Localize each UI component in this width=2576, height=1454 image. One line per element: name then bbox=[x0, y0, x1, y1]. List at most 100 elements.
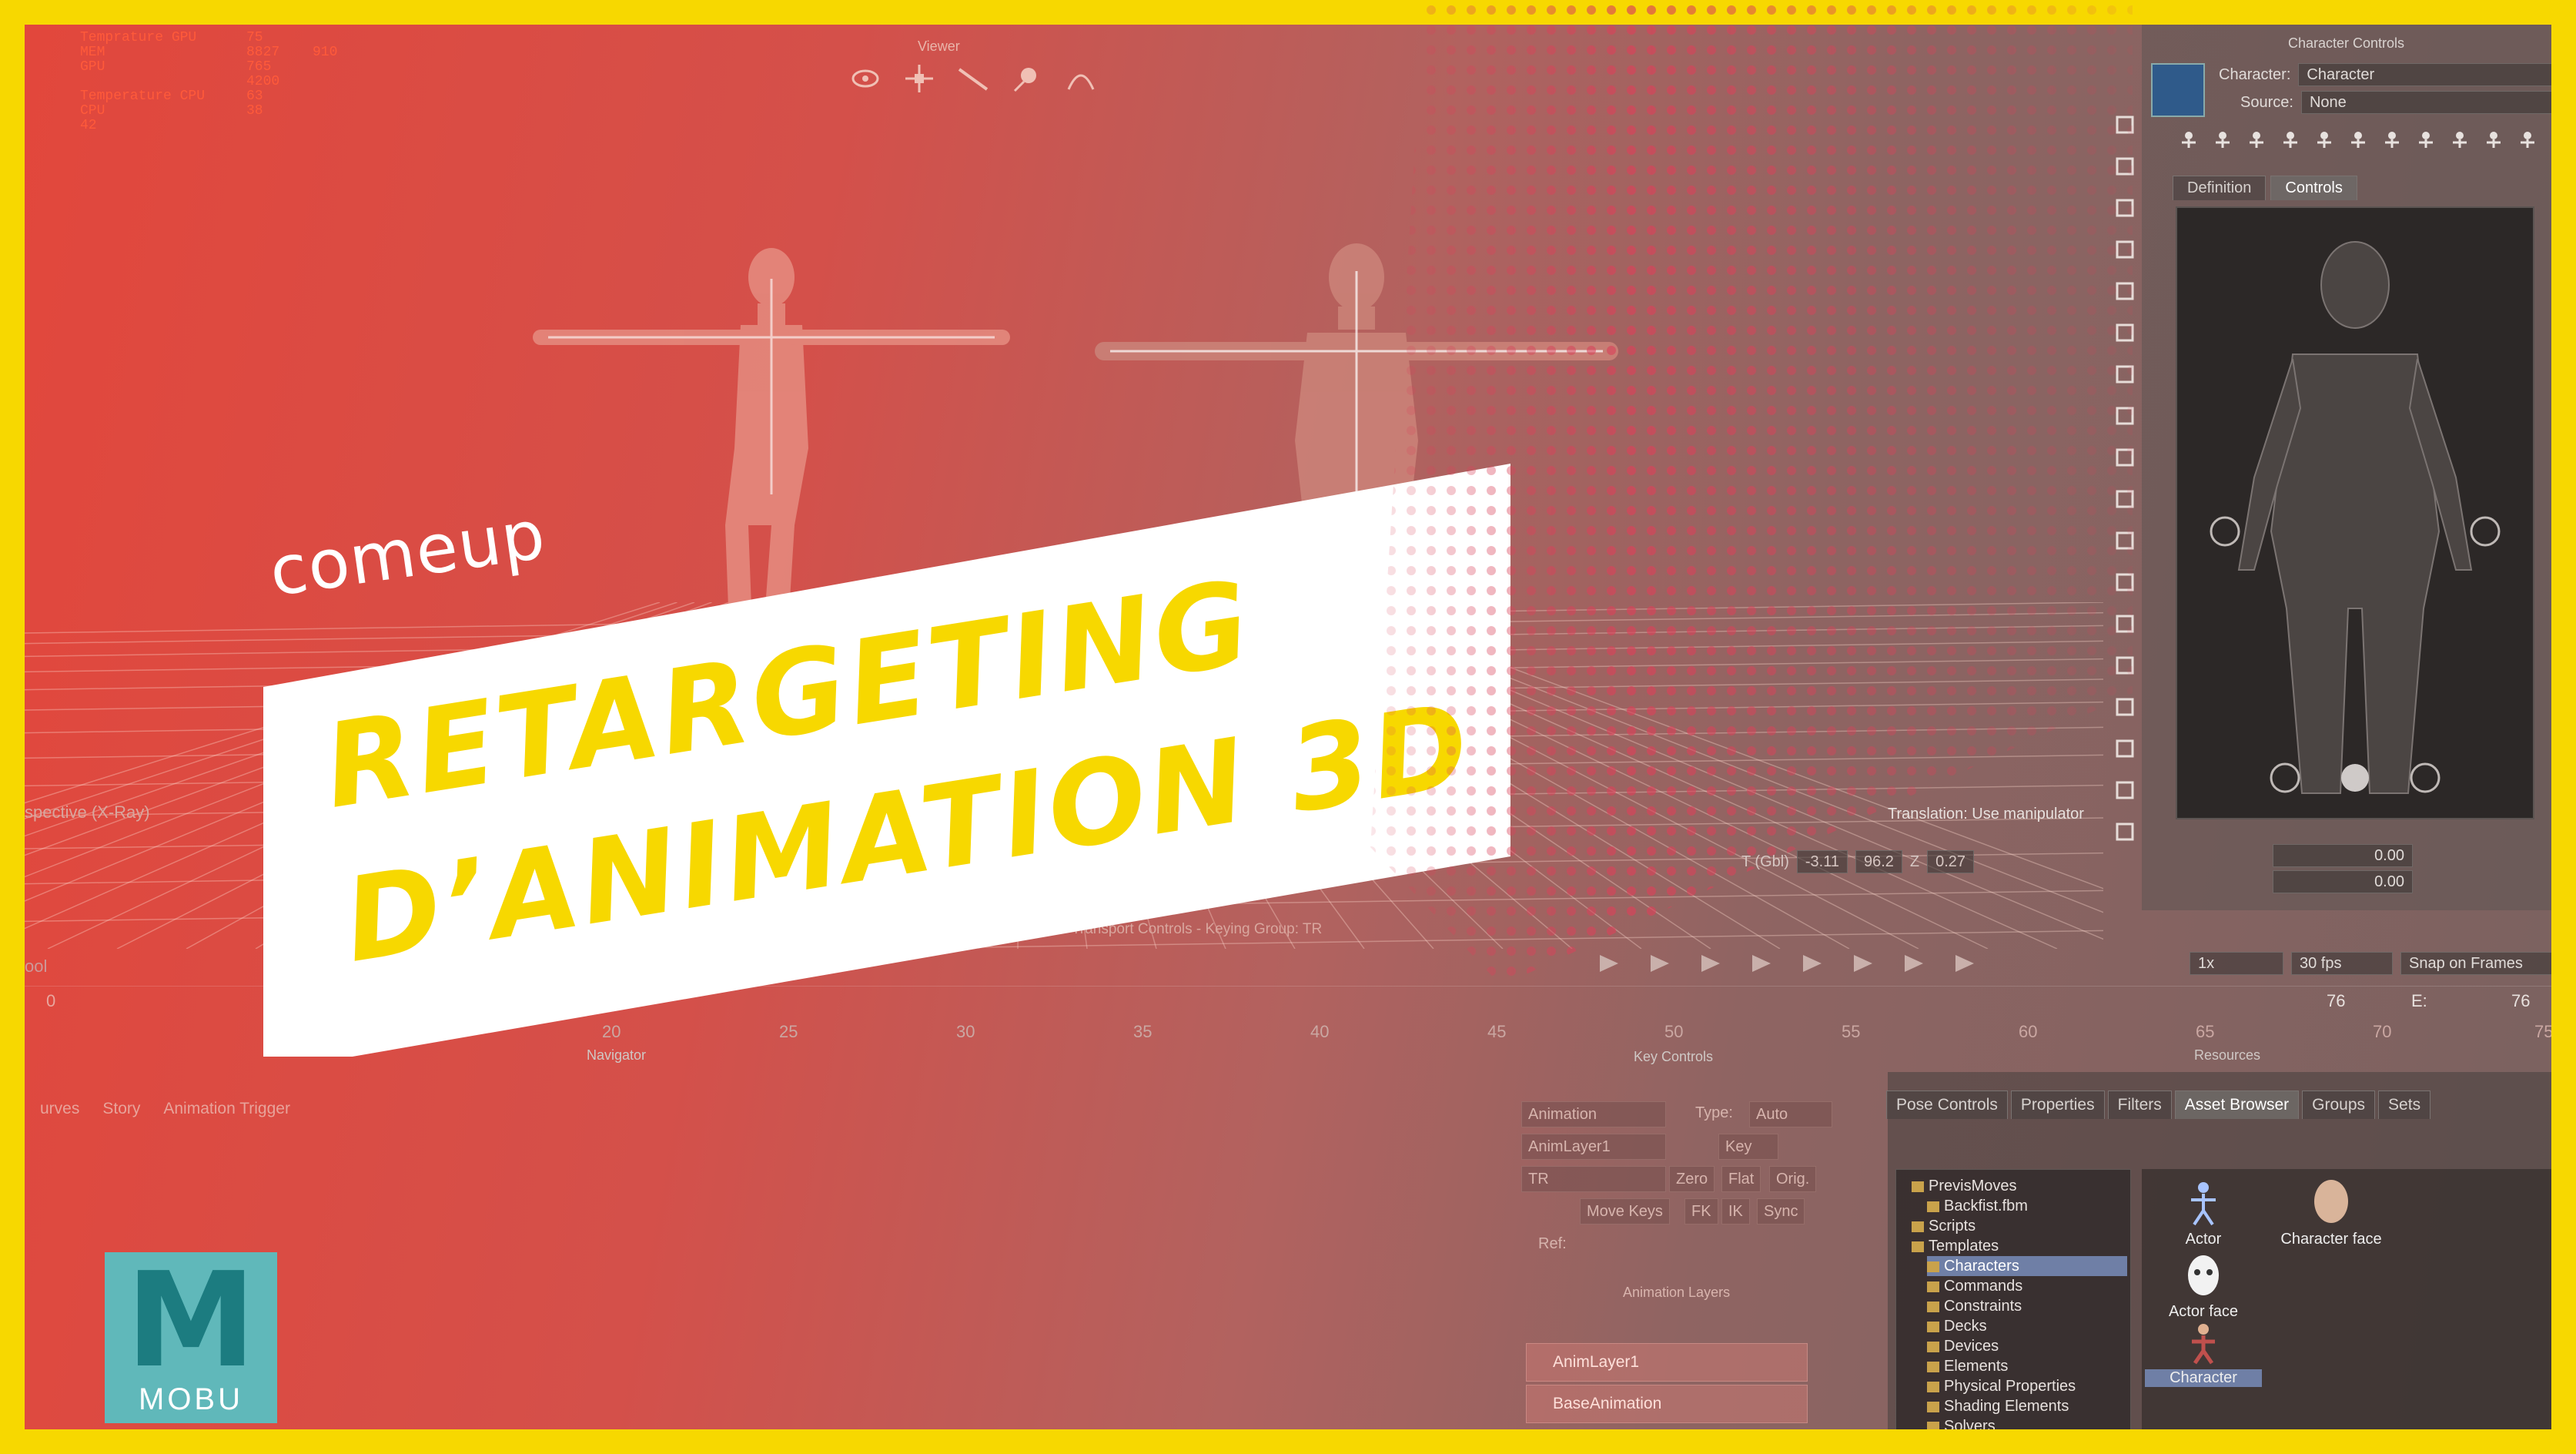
tab-controls[interactable]: Controls bbox=[2270, 176, 2357, 200]
view-icon[interactable] bbox=[2109, 400, 2140, 431]
tree-item[interactable]: Devices bbox=[1927, 1336, 2127, 1356]
tz-field[interactable]: 0.27 bbox=[1927, 850, 1975, 873]
character-tool-icon[interactable] bbox=[2177, 129, 2200, 156]
tree-item[interactable]: Decks bbox=[1927, 1316, 2127, 1336]
skeleton-icon[interactable] bbox=[2109, 692, 2140, 722]
loop-icon[interactable] bbox=[1951, 952, 1979, 979]
keying-group-select[interactable]: TR bbox=[1521, 1166, 1666, 1192]
character-tool-icon[interactable] bbox=[2347, 129, 2370, 156]
control-value[interactable]: 0.00 bbox=[2273, 870, 2413, 893]
move-icon[interactable] bbox=[2109, 193, 2140, 223]
tab-story[interactable]: Story bbox=[102, 1100, 140, 1118]
character-tool-icon[interactable] bbox=[2516, 129, 2539, 156]
tree-item[interactable]: Characters bbox=[1927, 1256, 2127, 1276]
tab-definition[interactable]: Definition bbox=[2173, 176, 2267, 200]
tree-item[interactable]: Physical Properties bbox=[1927, 1376, 2127, 1396]
zero-button[interactable]: Zero bbox=[1669, 1166, 1715, 1192]
tree-item[interactable]: Templates bbox=[1912, 1236, 2127, 1256]
select-icon[interactable] bbox=[2109, 109, 2140, 140]
tree-item[interactable]: Commands bbox=[1927, 1276, 2127, 1296]
zoom-icon[interactable] bbox=[956, 62, 990, 95]
scale-icon[interactable] bbox=[2109, 276, 2140, 307]
asset-character[interactable]: Character bbox=[2145, 1323, 2262, 1387]
animation-mode-select[interactable]: Animation bbox=[1521, 1101, 1666, 1127]
character-tool-icon[interactable] bbox=[2482, 129, 2505, 156]
tab-asset-browser[interactable]: Asset Browser bbox=[2174, 1090, 2300, 1119]
character-select[interactable]: Character bbox=[2298, 63, 2551, 86]
fps-select[interactable]: 30 fps bbox=[2291, 952, 2393, 975]
frame-icon[interactable] bbox=[2109, 816, 2140, 847]
character-tool-icon[interactable] bbox=[2313, 129, 2336, 156]
tab-pose-controls[interactable]: Pose Controls bbox=[1886, 1090, 2008, 1119]
camera-icon[interactable] bbox=[2109, 151, 2140, 182]
edit-icon[interactable] bbox=[2109, 317, 2140, 348]
character-tool-icon[interactable] bbox=[2414, 129, 2437, 156]
go-start-icon[interactable] bbox=[1595, 952, 1623, 979]
rotate-icon[interactable] bbox=[2109, 234, 2140, 265]
face-icon[interactable] bbox=[2109, 733, 2140, 764]
character-tool-icon[interactable] bbox=[2550, 129, 2551, 156]
fk-button[interactable]: FK bbox=[1684, 1198, 1718, 1225]
timeline-tick: 50 bbox=[1664, 1022, 1684, 1041]
ik-button[interactable]: IK bbox=[1721, 1198, 1750, 1225]
character-tool-icon[interactable] bbox=[2380, 129, 2404, 156]
tree-item[interactable]: Solvers bbox=[1927, 1416, 2127, 1429]
key-button[interactable]: Key bbox=[1718, 1134, 1778, 1160]
stop-icon[interactable] bbox=[1748, 952, 1775, 979]
base-animation-row[interactable]: BaseAnimation bbox=[1526, 1385, 1808, 1423]
tab-groups[interactable]: Groups bbox=[2302, 1090, 2376, 1119]
orig-button[interactable]: Orig. bbox=[1769, 1166, 1817, 1192]
orbit-icon[interactable] bbox=[848, 62, 882, 95]
move-keys-button[interactable]: Move Keys bbox=[1580, 1198, 1670, 1225]
marker-icon[interactable] bbox=[2109, 359, 2140, 390]
character-thumbnail-icon[interactable] bbox=[2151, 63, 2205, 117]
tab-sets[interactable]: Sets bbox=[2378, 1090, 2431, 1119]
flat-button[interactable]: Flat bbox=[1721, 1166, 1761, 1192]
asset-actor[interactable]: Actor bbox=[2157, 1180, 2250, 1248]
tree-item[interactable]: Elements bbox=[1927, 1356, 2127, 1376]
tab-curves[interactable]: urves bbox=[40, 1100, 79, 1118]
pan-icon[interactable] bbox=[902, 62, 936, 95]
go-end-icon[interactable] bbox=[1900, 952, 1928, 979]
sun-icon[interactable] bbox=[2109, 775, 2140, 806]
source-select[interactable]: None bbox=[2300, 91, 2551, 114]
tab-properties[interactable]: Properties bbox=[2010, 1090, 2105, 1119]
character-body-view[interactable] bbox=[2176, 206, 2534, 819]
type-select[interactable]: Auto bbox=[1749, 1101, 1832, 1127]
asset-actor-face[interactable]: Actor face bbox=[2157, 1252, 2250, 1321]
tree-item[interactable]: Constraints bbox=[1927, 1296, 2127, 1316]
tree-item[interactable]: Shading Elements bbox=[1927, 1396, 2127, 1416]
sync-button[interactable]: Sync bbox=[1757, 1198, 1805, 1225]
character-tool-icon[interactable] bbox=[2448, 129, 2471, 156]
character-tool-icon[interactable] bbox=[2245, 129, 2268, 156]
speed-select[interactable]: 1x bbox=[2190, 952, 2283, 975]
tx-field[interactable]: -3.11 bbox=[1796, 850, 1848, 873]
asset-character-face[interactable]: Character face bbox=[2254, 1177, 2408, 1248]
spline-icon[interactable] bbox=[2109, 567, 2140, 598]
ty-field[interactable]: 96.2 bbox=[1855, 850, 1902, 873]
tab-animation-trigger[interactable]: Animation Trigger bbox=[163, 1100, 290, 1118]
tree-item[interactable]: PrevisMoves bbox=[1912, 1176, 2127, 1196]
tab-filters[interactable]: Filters bbox=[2107, 1090, 2172, 1119]
light-icon[interactable] bbox=[2109, 442, 2140, 473]
tag-icon[interactable] bbox=[2109, 608, 2140, 639]
snap-select[interactable]: Snap on Frames bbox=[2400, 952, 2551, 975]
next-frame-icon[interactable] bbox=[1849, 952, 1877, 979]
play-icon[interactable] bbox=[1798, 952, 1826, 979]
shape-icon[interactable] bbox=[2109, 650, 2140, 681]
character-tool-icon[interactable] bbox=[2279, 129, 2302, 156]
prev-key-icon[interactable] bbox=[1646, 952, 1674, 979]
layer-select[interactable]: AnimLayer1 bbox=[1521, 1134, 1666, 1160]
control-value[interactable]: 0.00 bbox=[2273, 844, 2413, 867]
prev-frame-icon[interactable] bbox=[1697, 952, 1725, 979]
arc-icon[interactable] bbox=[1064, 62, 1098, 95]
dolly-icon[interactable] bbox=[1010, 62, 1044, 95]
anim-layer-row[interactable]: AnimLayer1 bbox=[1526, 1343, 1808, 1382]
asset-label: Actor bbox=[2185, 1231, 2222, 1248]
character-tool-icon[interactable] bbox=[2211, 129, 2234, 156]
box-icon[interactable] bbox=[2109, 525, 2140, 556]
cube-icon[interactable] bbox=[2109, 484, 2140, 514]
e-value[interactable]: 76 bbox=[2511, 991, 2530, 1011]
tree-item[interactable]: Scripts bbox=[1912, 1216, 2127, 1236]
tree-item[interactable]: Backfist.fbm bbox=[1927, 1196, 2127, 1216]
